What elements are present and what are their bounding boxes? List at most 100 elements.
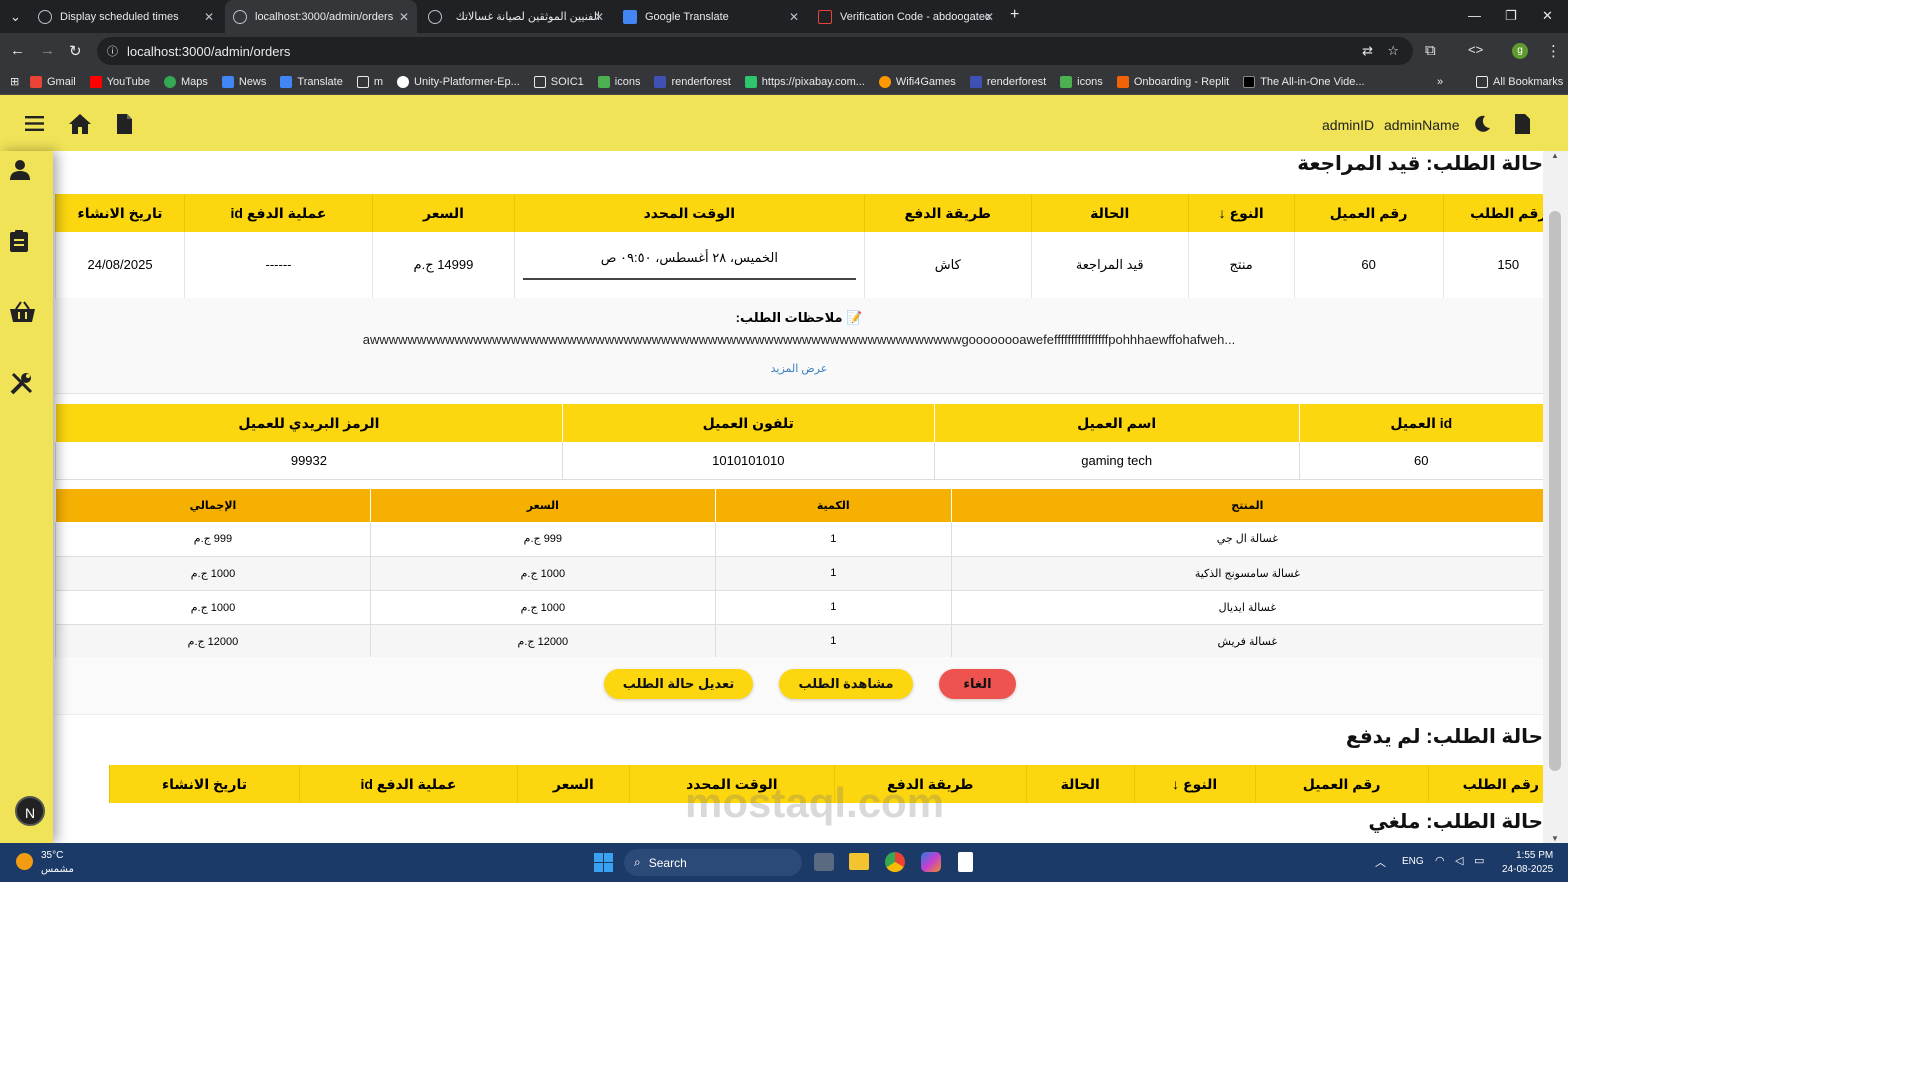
- hamburger-menu-icon[interactable]: [25, 115, 44, 132]
- col-order-number: رقم الطلب: [1427, 765, 1543, 803]
- close-icon[interactable]: ✕: [204, 10, 214, 24]
- close-icon[interactable]: ✕: [789, 10, 799, 24]
- product-name: غسالة سامسونج الذكية: [950, 556, 1543, 591]
- close-icon[interactable]: ✕: [399, 10, 409, 24]
- user-icon[interactable]: [9, 159, 31, 181]
- dark-mode-moon-icon[interactable]: [1473, 115, 1491, 133]
- menu-kebab-icon[interactable]: ⋮: [1546, 42, 1561, 60]
- minimize-icon[interactable]: —: [1468, 8, 1481, 23]
- github-icon: [397, 75, 410, 88]
- tab-2-active[interactable]: localhost:3000/admin/orders ✕: [225, 0, 417, 33]
- customer-zip: 99932: [55, 442, 563, 480]
- bookmark-folder-soic1[interactable]: SOIC1: [533, 75, 584, 88]
- bookmark-star-icon[interactable]: ☆: [1387, 43, 1399, 59]
- reload-icon[interactable]: ↻: [69, 42, 82, 60]
- file-explorer-icon[interactable]: [849, 853, 869, 870]
- col-order-number: رقم الطلب: [1442, 194, 1543, 232]
- scroll-down-icon[interactable]: ▼: [1551, 834, 1559, 843]
- volume-icon[interactable]: ◁: [1455, 854, 1463, 867]
- section-title-cancelled: حالة الطلب: ملغي: [1368, 811, 1543, 833]
- bookmark-folder-m[interactable]: m: [356, 75, 383, 88]
- col-customer-phone: تلفون العميل: [561, 404, 935, 442]
- view-order-button[interactable]: مشاهدة الطلب: [779, 669, 913, 699]
- taskbar-search[interactable]: ⌕ Search: [624, 849, 802, 876]
- bookmark-gmail[interactable]: Gmail: [30, 75, 76, 88]
- window-close-icon[interactable]: ✕: [1542, 8, 1553, 24]
- devtools-icon[interactable]: <>: [1468, 42, 1483, 57]
- scroll-up-icon[interactable]: ▲: [1551, 151, 1559, 160]
- tray-overflow-icon[interactable]: ︿: [1375, 854, 1386, 870]
- tab-search-icon[interactable]: ⌄: [10, 9, 21, 25]
- scrollbar-thumb[interactable]: [1549, 211, 1561, 771]
- tab-3[interactable]: الفنيين الموثقين لصيانة غسالاتك ✕: [420, 0, 612, 33]
- translate-page-icon[interactable]: ⇄: [1362, 43, 1373, 59]
- product-row: غسالة ايديال 1 1000 ج.م 1000 ج.م: [55, 590, 1543, 625]
- bookmark-translate[interactable]: Translate: [280, 75, 343, 88]
- input-language[interactable]: ENG: [1402, 856, 1424, 867]
- bookmark-renderforest[interactable]: renderforest: [654, 75, 731, 88]
- product-quantity: 1: [714, 590, 952, 625]
- bookmark-all-in-one[interactable]: The All-in-One Vide...: [1243, 75, 1365, 88]
- new-tab-icon[interactable]: +: [1010, 6, 1019, 24]
- forward-icon[interactable]: →: [40, 42, 55, 59]
- bookmark-wifi4games[interactable]: Wifi4Games: [878, 75, 956, 88]
- bookmark-github[interactable]: Unity-Platformer-Ep...: [397, 75, 520, 88]
- profile-avatar[interactable]: g: [1512, 43, 1528, 59]
- product-total: 12000 ج.م: [55, 624, 371, 659]
- bookmark-maps[interactable]: Maps: [163, 75, 208, 88]
- tab-4[interactable]: Google Translate ✕: [615, 0, 807, 33]
- url-field[interactable]: ⓘ localhost:3000/admin/orders ⇄ ☆: [97, 37, 1413, 65]
- windows-start-icon[interactable]: [594, 853, 613, 872]
- wifi-icon[interactable]: ◠: [1435, 854, 1445, 867]
- bookmark-pixabay[interactable]: https://pixabay.com...: [744, 75, 865, 88]
- page-scrollbar[interactable]: ▲ ▼: [1543, 151, 1568, 843]
- products-table: المنتج الكمية السعر الإجمالي غسالة ال جي…: [55, 489, 1543, 659]
- task-view-icon[interactable]: [814, 853, 834, 871]
- product-name: غسالة ال جي: [950, 522, 1543, 557]
- more-bookmarks-icon[interactable]: »: [1437, 76, 1443, 88]
- col-type-sortable[interactable]: النوع ↓: [1133, 765, 1256, 803]
- customer-name: gaming tech: [933, 442, 1300, 480]
- document-icon[interactable]: [116, 113, 133, 135]
- shopping-basket-icon[interactable]: [9, 301, 36, 323]
- all-bookmarks-folder[interactable]: All Bookmarks: [1476, 75, 1563, 88]
- bookmark-icons[interactable]: icons: [597, 75, 640, 88]
- sun-weather-icon[interactable]: [16, 853, 33, 870]
- bookmark-renderforest-2[interactable]: renderforest: [969, 75, 1046, 88]
- clock-time[interactable]: 1:55 PM: [1516, 850, 1553, 861]
- product-name: غسالة فريش: [950, 624, 1543, 659]
- extensions-icon[interactable]: ⧉: [1425, 42, 1436, 59]
- watermark: mostaql.com: [685, 779, 945, 826]
- restore-icon[interactable]: ❐: [1505, 8, 1517, 24]
- apps-grid-icon[interactable]: ⊞: [10, 75, 19, 88]
- bookmark-replit[interactable]: Onboarding - Replit: [1116, 75, 1229, 88]
- battery-icon[interactable]: ▭: [1474, 854, 1484, 867]
- bookmark-icons-2[interactable]: icons: [1060, 75, 1103, 88]
- bookmarks-bar: ⊞ Gmail YouTube Maps News Translate m Un…: [0, 69, 1568, 95]
- clock-date[interactable]: 24-08-2025: [1502, 864, 1553, 875]
- close-icon[interactable]: ✕: [594, 10, 604, 24]
- scheduled-time-field[interactable]: الخميس، ٢٨ أغسطس، ٠٩:٥٠ ص: [522, 250, 856, 280]
- document-icon[interactable]: [1514, 113, 1531, 135]
- tab-1[interactable]: Display scheduled times ✕: [30, 0, 222, 33]
- bookmark-news[interactable]: News: [221, 75, 266, 88]
- tab-5[interactable]: Verification Code - abdoogatec ✕: [810, 0, 1002, 33]
- back-icon[interactable]: ←: [10, 42, 25, 59]
- notepad-icon[interactable]: [958, 852, 973, 872]
- close-icon[interactable]: ✕: [984, 10, 994, 24]
- chrome-icon[interactable]: [885, 852, 905, 872]
- show-more-link[interactable]: عرض المزيد: [55, 362, 1543, 375]
- edit-order-status-button[interactable]: تعديل حالة الطلب: [604, 669, 753, 699]
- col-product-price: السعر: [369, 489, 716, 522]
- tools-icon[interactable]: [9, 371, 34, 396]
- bookmark-youtube[interactable]: YouTube: [89, 75, 150, 88]
- cancel-order-button[interactable]: الغاء: [939, 669, 1016, 699]
- floating-avatar-badge[interactable]: N: [15, 796, 45, 826]
- home-icon[interactable]: [68, 113, 92, 135]
- site-info-icon[interactable]: ⓘ: [107, 43, 118, 59]
- clipboard-icon[interactable]: [9, 229, 29, 253]
- col-price: السعر: [371, 194, 515, 232]
- copilot-icon[interactable]: [921, 852, 941, 872]
- check-shield-icon: [1060, 75, 1073, 88]
- col-type-sortable[interactable]: النوع ↓: [1187, 194, 1295, 232]
